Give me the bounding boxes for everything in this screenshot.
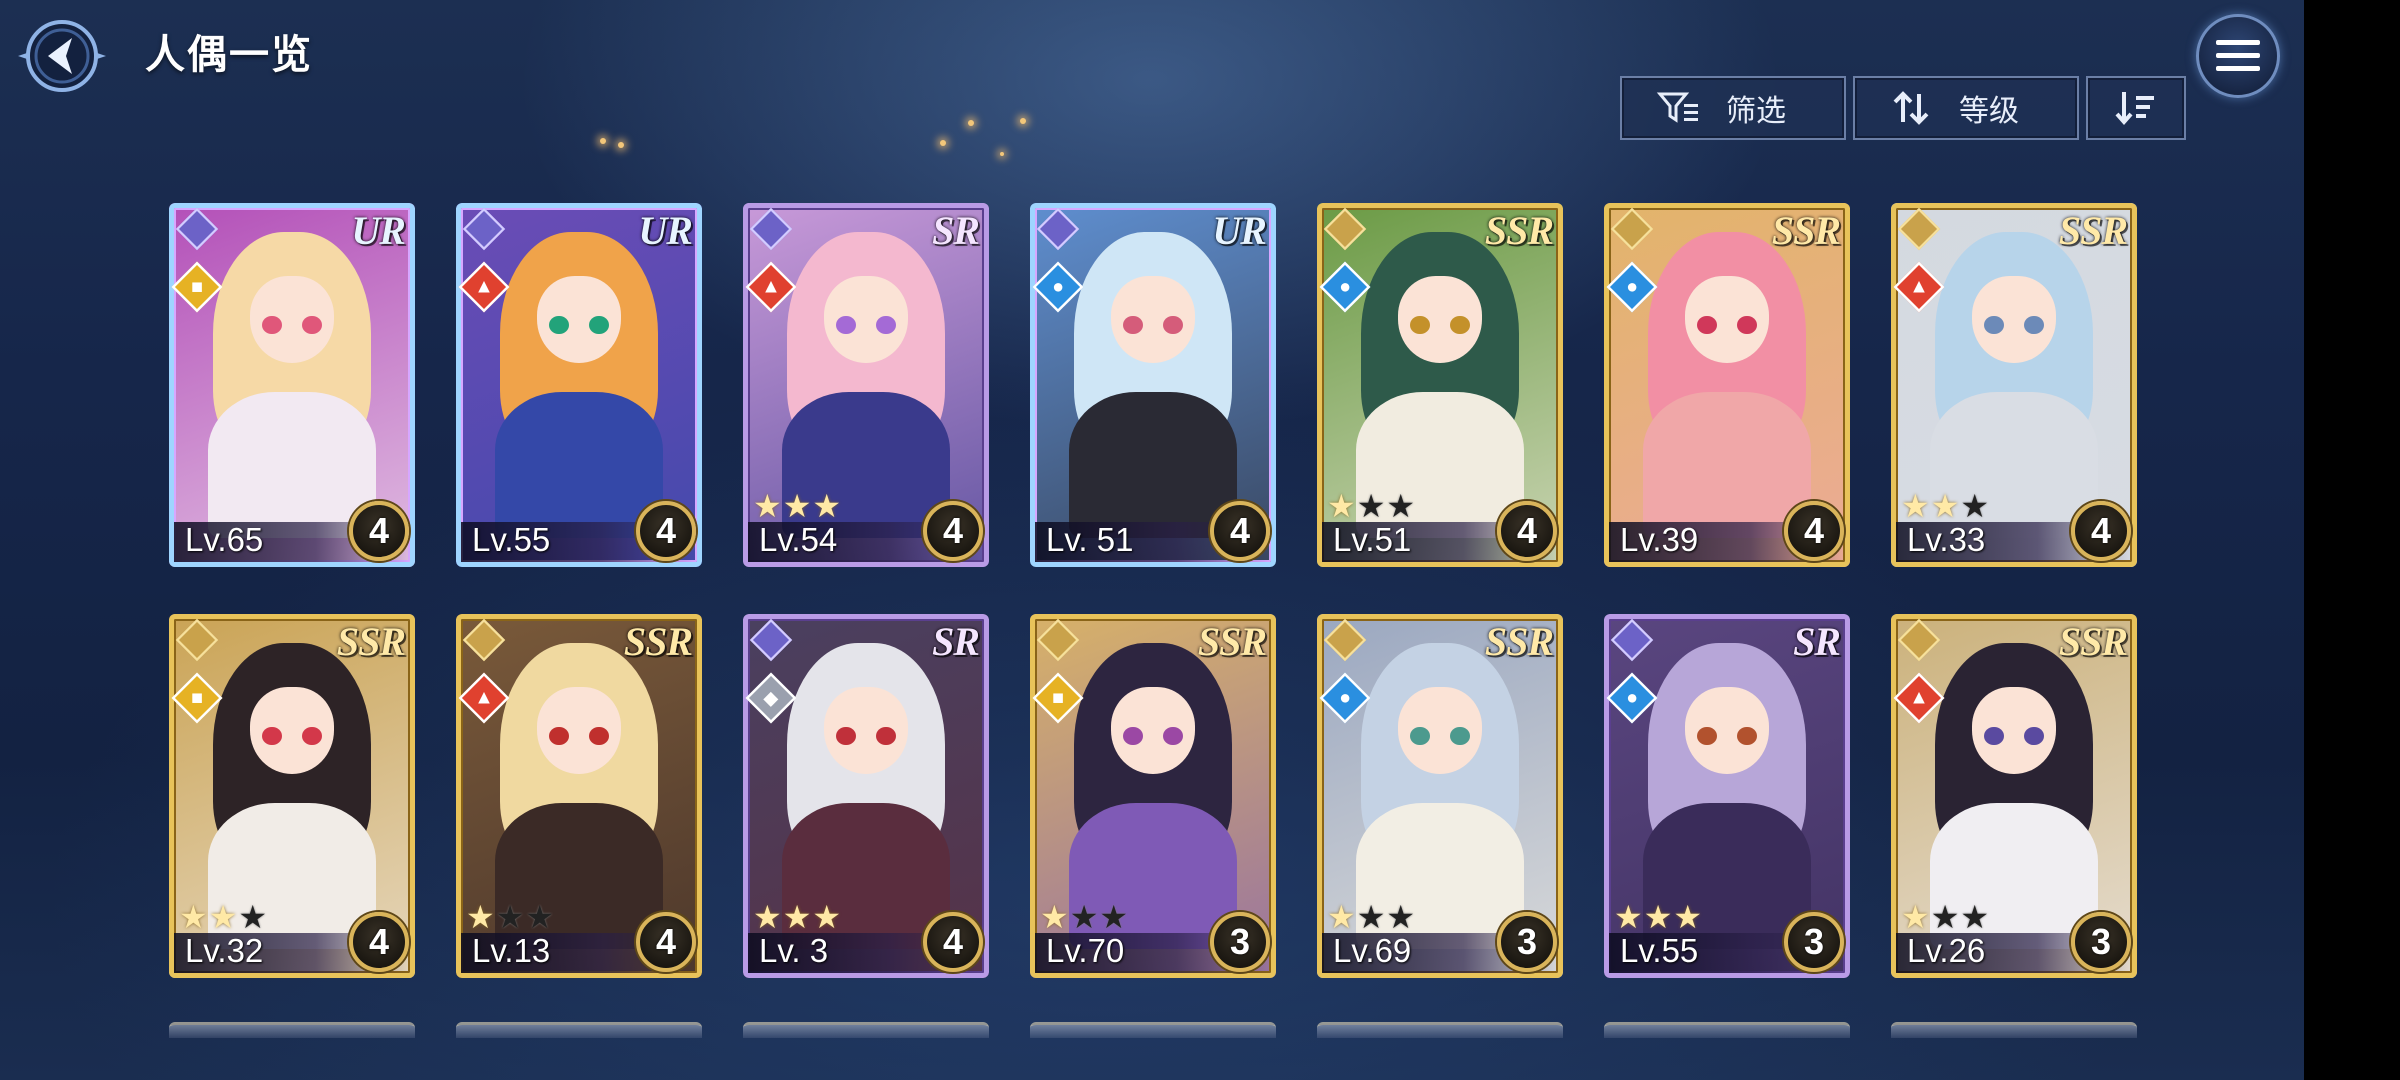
- doll-card-partial[interactable]: [169, 1022, 415, 1038]
- menu-button[interactable]: [2196, 14, 2280, 98]
- rank-badge: 4: [1784, 501, 1844, 561]
- star-rating: ★★★: [466, 899, 556, 935]
- doll-card-partial[interactable]: [743, 1022, 989, 1038]
- rank-badge: 4: [2071, 501, 2131, 561]
- rarity-label: SSR: [2058, 208, 2128, 253]
- level-text: Lv.26: [1907, 932, 1986, 969]
- level-text: Lv.13: [472, 932, 551, 969]
- back-button[interactable]: [14, 14, 110, 98]
- level-text: Lv.65: [185, 521, 264, 558]
- doll-card[interactable]: ▲ SSR ★★★ Lv.13 4: [456, 614, 702, 978]
- filter-label: 筛选: [1726, 95, 1786, 128]
- sparkle-effect: [618, 142, 624, 148]
- star-rating: ★★★: [1040, 899, 1130, 935]
- rarity-label: SR: [1793, 619, 1841, 664]
- back-arrow-icon: [18, 20, 106, 92]
- level-text: Lv. 3: [759, 932, 829, 969]
- sparkle-effect: [968, 120, 974, 126]
- rarity-label: SSR: [336, 619, 406, 664]
- star-rating: ★★★: [753, 488, 843, 524]
- sort-order-button[interactable]: [2086, 76, 2186, 140]
- rank-badge: 3: [1784, 912, 1844, 972]
- rank-badge: 4: [923, 501, 983, 561]
- star-rating: ★★★: [1614, 899, 1704, 935]
- rarity-label: SSR: [1484, 619, 1554, 664]
- sort-by-label: 等级: [1959, 95, 2019, 128]
- sparkle-effect: [1000, 152, 1004, 156]
- hamburger-menu-icon: [2216, 40, 2260, 71]
- level-text: Lv.32: [185, 932, 264, 969]
- doll-card-partial[interactable]: [1891, 1022, 2137, 1038]
- star-rating: ★★★: [179, 899, 269, 935]
- rank-badge: 4: [923, 912, 983, 972]
- sort-by-button[interactable]: 等级: [1853, 76, 2079, 140]
- rarity-label: SSR: [623, 619, 693, 664]
- rarity-label: SSR: [1197, 619, 1267, 664]
- rank-badge: 4: [349, 501, 409, 561]
- rank-badge: 4: [1497, 501, 1557, 561]
- level-text: Lv.69: [1333, 932, 1412, 969]
- doll-card-partial[interactable]: [1604, 1022, 1850, 1038]
- star-rating: ★★★: [1901, 488, 1991, 524]
- doll-card[interactable]: ▲ SSR ★★★ Lv.33 4: [1891, 203, 2137, 567]
- doll-card[interactable]: ■ UR Lv.65 4: [169, 203, 415, 567]
- doll-card[interactable]: ● SSR ★★★ Lv.69 3: [1317, 614, 1563, 978]
- doll-card[interactable]: ● UR Lv. 51 4: [1030, 203, 1276, 567]
- level-text: Lv.51: [1333, 521, 1412, 558]
- sparkle-effect: [940, 140, 946, 146]
- star-rating: ★★★: [1327, 899, 1417, 935]
- screen-edge: [2304, 0, 2400, 1080]
- rarity-label: UR: [638, 208, 693, 253]
- doll-card[interactable]: ■ SSR ★★★ Lv.70 3: [1030, 614, 1276, 978]
- rank-badge: 3: [1497, 912, 1557, 972]
- rank-badge: 4: [1210, 501, 1270, 561]
- filter-button[interactable]: 筛选: [1620, 76, 1846, 140]
- level-text: Lv.33: [1907, 521, 1986, 558]
- rank-badge: 4: [636, 501, 696, 561]
- level-text: Lv.70: [1046, 932, 1125, 969]
- rarity-label: SSR: [1771, 208, 1841, 253]
- rank-badge: 3: [1210, 912, 1270, 972]
- rank-badge: 4: [349, 912, 409, 972]
- doll-list-screen: 人偶一览 筛选 等级 ■ UR Lv.65 4 ▲ UR Lv.55 4 ▲ S…: [0, 0, 2304, 1080]
- rarity-label: SR: [932, 208, 980, 253]
- star-rating: ★★★: [1327, 488, 1417, 524]
- rarity-label: SSR: [2058, 619, 2128, 664]
- doll-card[interactable]: ■ SSR ★★★ Lv.32 4: [169, 614, 415, 978]
- doll-card-partial[interactable]: [1030, 1022, 1276, 1038]
- sort-order-descending-icon: [2115, 92, 2154, 126]
- doll-card[interactable]: ● SSR ★★★ Lv.51 4: [1317, 203, 1563, 567]
- filter-icon: [1656, 92, 1698, 123]
- sparkle-effect: [1020, 118, 1026, 124]
- doll-card[interactable]: ● SSR Lv.39 4: [1604, 203, 1850, 567]
- rarity-label: SR: [932, 619, 980, 664]
- doll-card[interactable]: ◆ SR ★★★ Lv. 34: [743, 614, 989, 978]
- level-text: Lv.55: [472, 521, 551, 558]
- rarity-label: UR: [351, 208, 406, 253]
- star-rating: ★★★: [753, 899, 843, 935]
- rarity-label: UR: [1212, 208, 1267, 253]
- doll-card-partial[interactable]: [456, 1022, 702, 1038]
- page-title: 人偶一览: [145, 33, 313, 77]
- doll-card-partial[interactable]: [1317, 1022, 1563, 1038]
- doll-card[interactable]: ▲ SR ★★★ Lv.54 4: [743, 203, 989, 567]
- level-text: Lv.39: [1620, 521, 1699, 558]
- level-text: Lv.55: [1620, 932, 1699, 969]
- rank-badge: 3: [2071, 912, 2131, 972]
- rarity-label: SSR: [1484, 208, 1554, 253]
- sparkle-effect: [600, 138, 606, 144]
- doll-card[interactable]: ▲ SSR ★★★ Lv.26 3: [1891, 614, 2137, 978]
- sort-arrows-icon: [1893, 91, 1929, 125]
- rank-badge: 4: [636, 912, 696, 972]
- doll-card[interactable]: ▲ UR Lv.55 4: [456, 203, 702, 567]
- level-text: Lv.54: [759, 521, 838, 558]
- doll-card[interactable]: ● SR ★★★ Lv.55 3: [1604, 614, 1850, 978]
- star-rating: ★★★: [1901, 899, 1991, 935]
- level-text: Lv. 51: [1046, 521, 1134, 558]
